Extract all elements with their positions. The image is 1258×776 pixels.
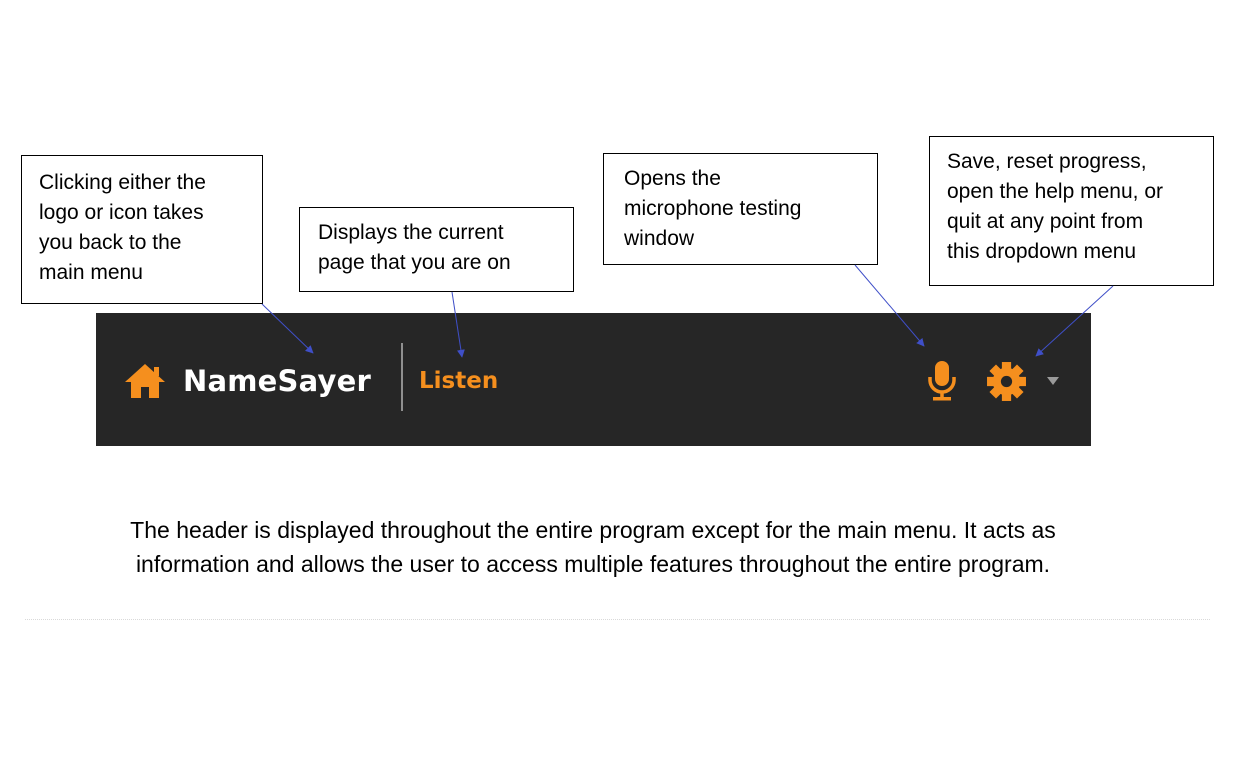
callout-logo-info: Clicking either the logo or icon takes y… <box>21 155 263 304</box>
callout-page-info: Displays the current page that you are o… <box>299 207 574 292</box>
dotted-separator <box>25 619 1210 620</box>
header-description: The header is displayed throughout the e… <box>0 513 1186 581</box>
microphone-icon[interactable] <box>927 360 957 402</box>
app-logo[interactable]: NameSayer <box>183 359 371 403</box>
callout-dropdown-info: Save, reset progress, open the help menu… <box>929 136 1214 286</box>
gear-icon[interactable] <box>986 361 1027 402</box>
callout-microphone-info: Opens the microphone testing window <box>603 153 878 265</box>
home-icon[interactable] <box>124 363 166 399</box>
current-page-label: Listen <box>419 368 499 394</box>
chevron-down-icon[interactable] <box>1046 376 1060 386</box>
app-header: NameSayer Listen <box>96 313 1091 446</box>
caption-line: information and allows the user to acces… <box>135 551 1051 577</box>
caption-line: The header is displayed throughout the e… <box>130 517 1056 543</box>
header-divider <box>401 343 403 411</box>
